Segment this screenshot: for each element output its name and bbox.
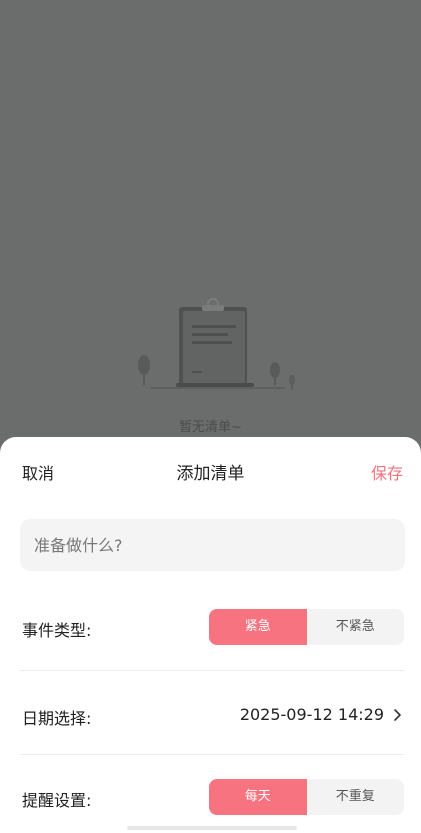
sheet-title: 添加清单 [176, 464, 245, 484]
save-button[interactable]: 保存 [371, 460, 403, 484]
divider [20, 670, 404, 671]
event-type-segmented-control: 紧急 不紧急 [209, 609, 404, 645]
reminder-segmented-control: 每天 不重复 [209, 779, 404, 815]
event-type-row: 事件类型: 紧急 不紧急 [20, 609, 404, 645]
event-type-option-urgent[interactable]: 紧急 [209, 609, 307, 645]
reminder-option-no-repeat[interactable]: 不重复 [306, 779, 404, 815]
date-value[interactable]: 2025-09-12 14:29 [240, 705, 384, 724]
date-row[interactable]: 日期选择: 2025-09-12 14:29 [20, 697, 404, 733]
sheet-header: 取消 添加清单 保存 [0, 437, 421, 505]
reminder-row: 提醒设置: 每天 不重复 [20, 779, 404, 815]
reminder-option-daily[interactable]: 每天 [209, 779, 307, 815]
empty-state-text: 暂无清单~ [179, 420, 242, 435]
add-list-sheet: 取消 添加清单 保存 事件类型: 紧急 不紧急 日期选择: 2025-09-12… [0, 437, 421, 833]
reminder-label: 提醒设置: [22, 791, 92, 810]
home-indicator [127, 826, 297, 830]
task-input[interactable] [20, 519, 405, 571]
divider [20, 754, 404, 755]
task-input-container [20, 519, 405, 571]
date-label: 日期选择: [22, 709, 92, 728]
event-type-option-not-urgent[interactable]: 不紧急 [306, 609, 404, 645]
empty-clipboard-illustration [138, 298, 295, 390]
event-type-label: 事件类型: [22, 621, 92, 640]
chevron-right-icon[interactable] [392, 706, 404, 724]
